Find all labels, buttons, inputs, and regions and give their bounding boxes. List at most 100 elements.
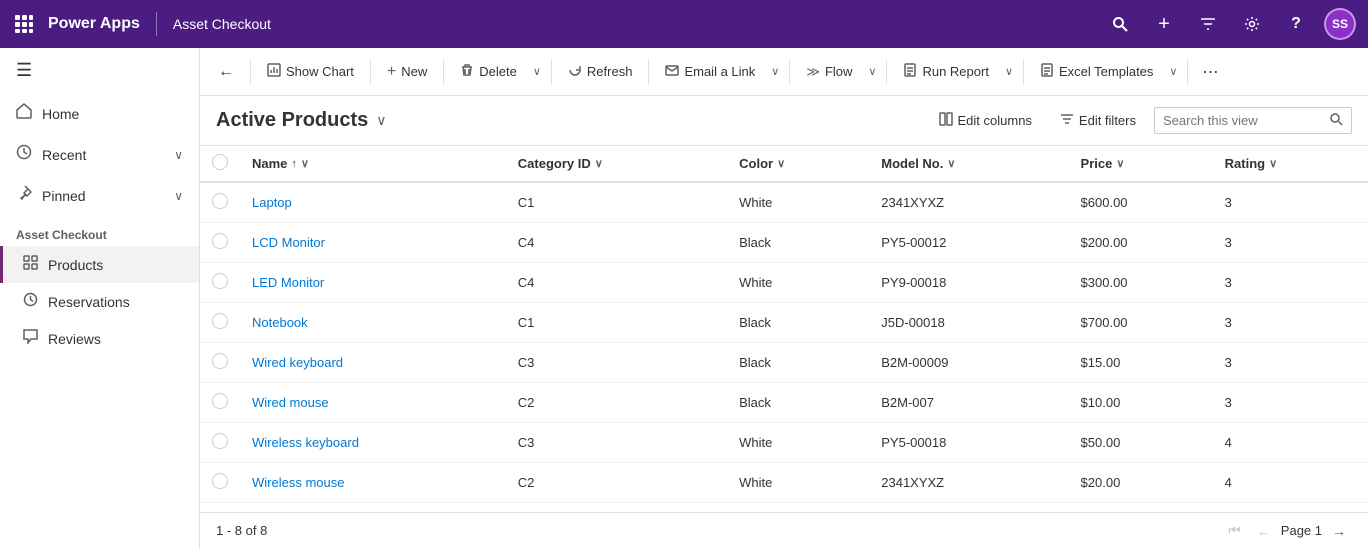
row-checkbox[interactable] [212, 313, 228, 329]
product-link[interactable]: Laptop [252, 195, 292, 210]
prev-page-button[interactable]: ← [1251, 519, 1277, 543]
table-row: Laptop C1 White 2341XYXZ $600.00 3 [200, 182, 1368, 223]
back-button[interactable]: ← [208, 57, 244, 87]
sidebar-item-reservations[interactable]: Reservations [0, 283, 199, 320]
view-title-chevron-icon[interactable]: ∨ [376, 112, 386, 129]
sidebar-item-home[interactable]: Home [0, 93, 199, 134]
add-nav-icon[interactable]: + [1148, 8, 1180, 40]
sidebar-item-products[interactable]: Products [0, 246, 199, 283]
search-nav-icon[interactable] [1104, 8, 1136, 40]
row-name-cell[interactable]: Wireless keyboard [240, 423, 506, 463]
delete-button[interactable]: Delete [450, 57, 527, 86]
search-box[interactable] [1154, 107, 1352, 134]
row-checkbox[interactable] [212, 353, 228, 369]
grid-icon[interactable] [12, 12, 36, 36]
row-rating-cell: 3 [1213, 383, 1368, 423]
view-title: Active Products [216, 109, 368, 132]
main-area: ☰ Home Recent ∨ [0, 48, 1368, 548]
row-checkbox[interactable] [212, 233, 228, 249]
sidebar-item-reviews-label: Reviews [48, 331, 101, 347]
row-checkbox[interactable] [212, 433, 228, 449]
excel-chevron[interactable]: ∨ [1165, 59, 1181, 84]
refresh-button[interactable]: Refresh [558, 57, 643, 86]
help-nav-icon[interactable]: ? [1280, 8, 1312, 40]
edit-filters-icon [1060, 112, 1074, 129]
sidebar-section-label: Asset Checkout [0, 216, 199, 246]
product-link[interactable]: Notebook [252, 315, 308, 330]
row-checkbox[interactable] [212, 193, 228, 209]
sidebar-item-home-label: Home [42, 106, 79, 122]
row-checkbox[interactable] [212, 273, 228, 289]
row-name-cell[interactable]: LCD Monitor [240, 223, 506, 263]
row-price-cell: $50.00 [1069, 423, 1213, 463]
product-link[interactable]: LCD Monitor [252, 235, 325, 250]
row-color-cell: White [727, 463, 869, 503]
product-link[interactable]: LED Monitor [252, 275, 324, 290]
row-model-cell: B2M-00009 [869, 343, 1068, 383]
first-page-button[interactable]: ⏮ [1222, 518, 1247, 543]
row-name-cell[interactable]: Wired mouse [240, 383, 506, 423]
row-name-cell[interactable]: LED Monitor [240, 263, 506, 303]
rating-column-header[interactable]: Rating ∨ [1213, 146, 1368, 182]
color-column-header[interactable]: Color ∨ [727, 146, 869, 182]
flow-chevron[interactable]: ∨ [864, 59, 880, 84]
row-checkbox-cell [200, 182, 240, 223]
row-name-cell[interactable]: Laptop [240, 182, 506, 223]
row-name-cell[interactable]: Wireless mouse [240, 463, 506, 503]
toolbar-separator-3 [443, 60, 444, 84]
toolbar-separator-8 [1023, 60, 1024, 84]
run-report-chevron[interactable]: ∨ [1001, 59, 1017, 84]
toolbar-separator-7 [886, 60, 887, 84]
rating-filter-icon[interactable]: ∨ [1269, 157, 1277, 170]
model-no-column-header[interactable]: Model No. ∨ [869, 146, 1068, 182]
search-input[interactable] [1163, 113, 1323, 128]
content-area: ← Show Chart + New [200, 48, 1368, 548]
user-avatar[interactable]: SS [1324, 8, 1356, 40]
row-name-cell[interactable]: Notebook [240, 303, 506, 343]
delete-icon [460, 63, 474, 80]
edit-filters-button[interactable]: Edit filters [1050, 106, 1146, 135]
product-link[interactable]: Wireless mouse [252, 475, 344, 490]
delete-chevron[interactable]: ∨ [529, 59, 545, 84]
model-filter-icon[interactable]: ∨ [947, 157, 955, 170]
product-link[interactable]: Wired keyboard [252, 355, 343, 370]
product-link[interactable]: Wireless keyboard [252, 435, 359, 450]
email-chevron[interactable]: ∨ [767, 59, 783, 84]
search-icon [1329, 112, 1343, 129]
row-checkbox[interactable] [212, 473, 228, 489]
flow-button[interactable]: ≫ Flow [796, 58, 862, 86]
reservations-icon [23, 292, 38, 311]
run-report-button[interactable]: Run Report [893, 57, 998, 86]
email-link-button[interactable]: Email a Link [655, 57, 765, 86]
excel-templates-button[interactable]: Excel Templates [1030, 57, 1163, 86]
price-column-header[interactable]: Price ∨ [1069, 146, 1213, 182]
name-filter-icon[interactable]: ∨ [301, 157, 309, 170]
row-rating-cell: 3 [1213, 343, 1368, 383]
price-filter-icon[interactable]: ∨ [1116, 157, 1124, 170]
sidebar-item-pinned-label: Pinned [42, 188, 86, 204]
refresh-icon [568, 63, 582, 80]
sidebar-item-reviews[interactable]: Reviews [0, 320, 199, 357]
row-checkbox[interactable] [212, 393, 228, 409]
category-filter-icon[interactable]: ∨ [595, 157, 603, 170]
show-chart-button[interactable]: Show Chart [257, 57, 364, 86]
toolbar-separator-1 [250, 60, 251, 84]
edit-columns-button[interactable]: Edit columns [929, 106, 1042, 135]
filter-nav-icon[interactable] [1192, 8, 1224, 40]
settings-nav-icon[interactable] [1236, 8, 1268, 40]
product-link[interactable]: Wired mouse [252, 395, 329, 410]
name-column-header[interactable]: Name ↑ ∨ [240, 146, 506, 182]
color-filter-icon[interactable]: ∨ [777, 157, 785, 170]
sidebar-toggle[interactable]: ☰ [0, 48, 199, 93]
sidebar-item-recent[interactable]: Recent ∨ [0, 134, 199, 175]
row-name-cell[interactable]: Wired keyboard [240, 343, 506, 383]
top-navigation: Power Apps Asset Checkout + ? SS [0, 0, 1368, 48]
sidebar-item-recent-label: Recent [42, 147, 86, 163]
sidebar-item-pinned[interactable]: Pinned ∨ [0, 175, 199, 216]
select-all-checkbox[interactable] [212, 154, 228, 170]
category-id-column-header[interactable]: Category ID ∨ [506, 146, 727, 182]
more-button[interactable]: ⋯ [1194, 56, 1226, 88]
next-page-button[interactable]: → [1326, 519, 1352, 543]
page-title: Asset Checkout [173, 16, 271, 32]
new-button[interactable]: + New [377, 57, 437, 87]
